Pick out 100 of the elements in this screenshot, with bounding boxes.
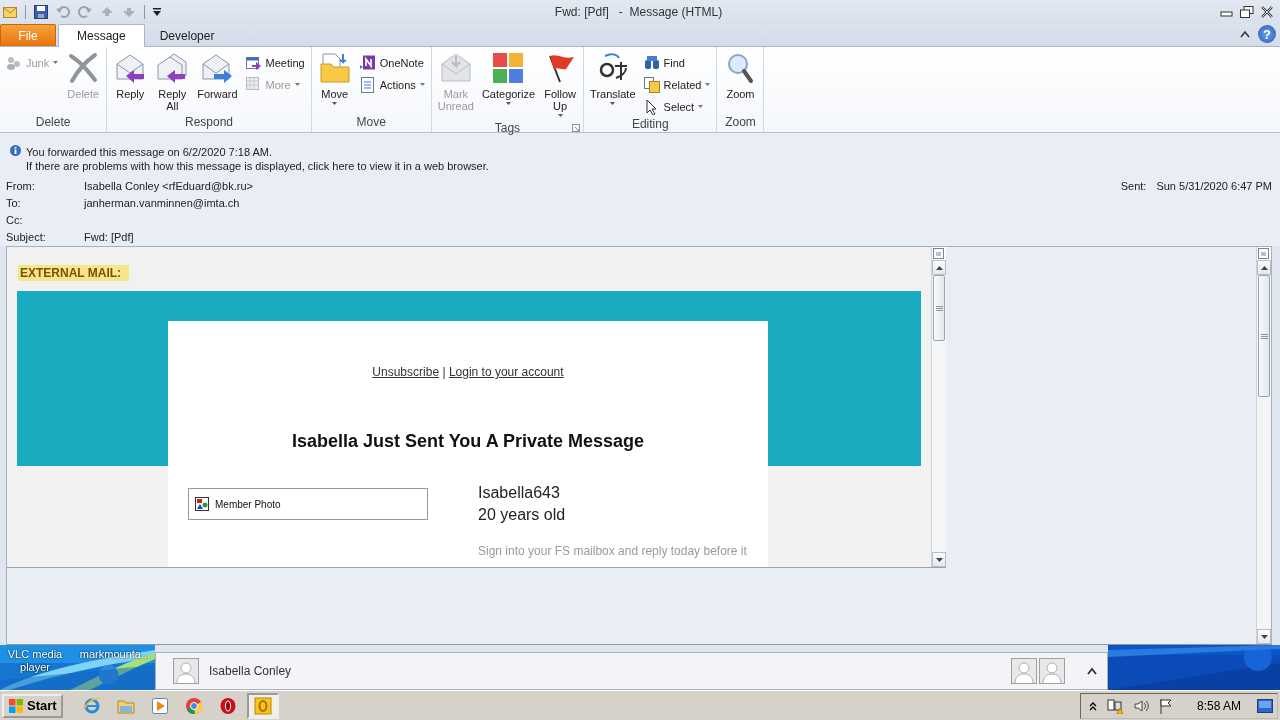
show-hidden-icon[interactable] xyxy=(1088,700,1097,711)
redo-icon[interactable] xyxy=(78,5,92,19)
envelope-icon xyxy=(3,6,17,18)
field-value: Isabella Conley <rfEduard@bk.ru> xyxy=(84,179,254,194)
close-icon[interactable] xyxy=(1260,6,1274,18)
group-label: Respond xyxy=(184,115,233,129)
up-triangle-icon xyxy=(935,265,943,270)
note-text: Sign into your FS mailbox and reply today before it xyxy=(478,544,747,558)
contact-name[interactable]: Isabella Conley xyxy=(209,664,1001,678)
dialog-launcher-icon[interactable] xyxy=(572,124,581,132)
expand-caret-icon[interactable] xyxy=(1087,667,1097,675)
save-icon[interactable] xyxy=(34,5,48,19)
undo-icon[interactable] xyxy=(56,5,70,19)
junk-figures-icon xyxy=(6,54,22,71)
group-label: Tags xyxy=(494,121,521,135)
ribbon-tab[interactable]: Message xyxy=(58,24,145,47)
field-value: Sun 5/31/2020 6:47 PM xyxy=(1156,179,1272,194)
ribbon-button[interactable]: Find xyxy=(640,52,714,73)
volume-icon[interactable] xyxy=(1132,697,1149,714)
opera-icon xyxy=(218,696,237,715)
show-desktop-icon[interactable] xyxy=(1257,698,1273,713)
envelope-forward-icon xyxy=(201,52,234,84)
ribbon-button[interactable]: Zoom xyxy=(720,50,761,115)
scroll-thumb[interactable] xyxy=(1258,275,1270,397)
group-label: Editing xyxy=(631,117,669,131)
down-triangle-icon xyxy=(1260,634,1268,639)
grid-icon xyxy=(245,76,262,93)
split-icon[interactable] xyxy=(1257,247,1270,260)
scroll-down-button[interactable] xyxy=(932,552,946,567)
up-triangle-icon xyxy=(1260,265,1268,270)
documents-icon xyxy=(643,76,660,93)
windows-logo-icon xyxy=(8,697,24,714)
ribbon-button[interactable]: Meeting xyxy=(242,52,308,73)
info-icon xyxy=(10,145,21,156)
calendar-icon xyxy=(245,54,262,71)
media-player-icon xyxy=(150,696,169,715)
envelope-reply-icon xyxy=(114,52,147,84)
external-mail-label: EXTERNAL MAIL: xyxy=(18,265,130,281)
ribbon-button[interactable]: Reply All xyxy=(152,50,193,115)
browser-e-icon xyxy=(82,696,101,715)
scroll-up-button[interactable] xyxy=(1257,260,1271,275)
photo-caption: Member Photo xyxy=(215,498,281,510)
link[interactable]: Unsubscribe xyxy=(372,365,440,379)
envelope-open-icon xyxy=(439,52,472,84)
username: Isabella643 xyxy=(478,483,561,503)
ribbon-button[interactable]: Actions xyxy=(356,74,428,95)
list-icon xyxy=(359,76,376,93)
field-label: To: xyxy=(6,196,22,211)
window-title: Fwd: [Pdf] - Message (HTML) xyxy=(553,5,724,19)
grip-icon xyxy=(1260,333,1268,339)
person-silhouette-icon[interactable] xyxy=(1011,658,1037,684)
group-label: Move xyxy=(356,115,386,129)
field-label: Cc: xyxy=(6,213,24,228)
scroll-up-button[interactable] xyxy=(932,260,946,275)
age-text: 20 years old xyxy=(478,505,567,525)
ribbon-button[interactable]: Forward xyxy=(194,50,241,115)
broken-image-icon xyxy=(195,497,209,511)
cross-icon xyxy=(67,52,100,84)
collapse-ribbon-icon[interactable] xyxy=(1240,30,1250,38)
ribbon-button[interactable]: Follow Up xyxy=(540,50,581,121)
binoculars-icon xyxy=(643,54,660,71)
desktop-icon-label[interactable]: VLC media player xyxy=(4,648,66,674)
grip-icon xyxy=(935,305,943,311)
field-label: Subject: xyxy=(6,230,47,245)
field-value: janherman.vanminnen@imta.ch xyxy=(84,196,241,211)
split-icon[interactable] xyxy=(932,247,945,260)
ribbon-button[interactable]: Translate xyxy=(587,50,639,117)
group-label: Delete xyxy=(35,115,71,129)
info-message: If there are problems with how this message is displayed, click here to view it in a web browser. xyxy=(26,159,489,173)
ribbon-button[interactable]: Move xyxy=(314,50,355,115)
taskbar-app[interactable] xyxy=(246,692,279,719)
customize-icon[interactable] xyxy=(153,7,161,17)
clock[interactable]: 8:58 AM xyxy=(1196,698,1241,713)
scroll-thumb[interactable] xyxy=(933,275,945,341)
notebook-icon xyxy=(359,54,376,71)
scrollbar[interactable] xyxy=(1256,247,1271,644)
scroll-down-button[interactable] xyxy=(1257,629,1271,644)
envelopes-reply-icon xyxy=(156,52,189,84)
ribbon-button[interactable]: Reply xyxy=(110,50,151,115)
headline: Isabella Just Sent You A Private Message xyxy=(290,431,646,452)
restore-icon[interactable] xyxy=(1240,6,1254,18)
scrollbar[interactable] xyxy=(931,247,946,567)
folder-move-icon xyxy=(318,52,351,84)
chrome-icon xyxy=(184,696,203,715)
group-label: Zoom xyxy=(725,115,756,129)
ribbon-tab[interactable]: Developer xyxy=(146,24,228,46)
ribbon-button[interactable]: OneNote xyxy=(356,52,428,73)
link[interactable]: Login to your account xyxy=(448,365,564,379)
field-value: Fwd: [Pdf] xyxy=(84,230,135,245)
ribbon-button[interactable]: Categorize xyxy=(478,50,539,121)
flag-icon[interactable] xyxy=(1158,697,1173,714)
field-label: From: xyxy=(6,179,36,194)
info-message: You forwarded this message on 6/2/2020 7:18 AM. xyxy=(26,145,274,159)
person-silhouette-icon[interactable] xyxy=(1039,658,1065,684)
ribbon-button[interactable]: Related xyxy=(640,74,714,95)
outlook-icon xyxy=(253,696,272,715)
person-silhouette-icon xyxy=(173,658,199,684)
start-button[interactable]: Start xyxy=(2,693,63,718)
network-warning-icon[interactable] xyxy=(1106,697,1123,714)
ribbon-button[interactable]: Select xyxy=(640,96,714,117)
